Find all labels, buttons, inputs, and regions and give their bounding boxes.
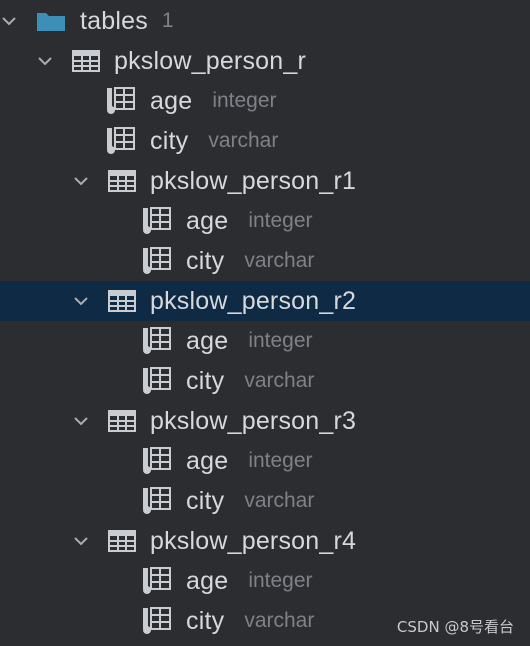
column-icon bbox=[142, 567, 186, 594]
tree-node-column[interactable]: age integer bbox=[0, 321, 530, 361]
column-type: varchar bbox=[244, 609, 315, 632]
tree-node-column[interactable]: city varchar bbox=[0, 241, 530, 281]
column-type: varchar bbox=[244, 489, 315, 512]
table-icon bbox=[108, 409, 150, 433]
column-name: city bbox=[186, 606, 225, 635]
chevron-down-icon[interactable] bbox=[72, 412, 90, 430]
tree-node-column[interactable]: city varchar bbox=[0, 361, 530, 401]
tree-node-column[interactable]: age integer bbox=[0, 81, 530, 121]
tree-node-table[interactable]: pkslow_person_r1 bbox=[0, 161, 530, 201]
column-icon bbox=[142, 487, 186, 514]
chevron-down-icon[interactable] bbox=[0, 12, 18, 30]
column-icon bbox=[142, 207, 186, 234]
column-name: age bbox=[186, 206, 229, 235]
tree-node-column[interactable]: age integer bbox=[0, 201, 530, 241]
tree-node-column[interactable]: age integer bbox=[0, 441, 530, 481]
column-icon bbox=[142, 607, 186, 634]
column-icon bbox=[142, 447, 186, 474]
table-name: pkslow_person_r3 bbox=[150, 406, 357, 435]
tree-node-table[interactable]: pkslow_person_r3 bbox=[0, 401, 530, 441]
column-type: varchar bbox=[244, 369, 315, 392]
table-icon bbox=[108, 289, 150, 313]
database-tree: tables 1 pkslow_person_r age integer cit… bbox=[0, 0, 530, 646]
table-name: pkslow_person_r4 bbox=[150, 526, 357, 555]
table-name: pkslow_person_r2 bbox=[150, 286, 357, 315]
table-count: 1 bbox=[161, 9, 174, 32]
column-type: integer bbox=[248, 329, 313, 352]
tree-node-table-selected[interactable]: pkslow_person_r2 bbox=[0, 281, 530, 321]
column-name: age bbox=[186, 446, 229, 475]
tree-node-column[interactable]: city varchar bbox=[0, 121, 530, 161]
column-type: integer bbox=[248, 209, 313, 232]
watermark-text: CSDN @8号看台 bbox=[396, 618, 514, 636]
column-name: age bbox=[150, 86, 193, 115]
column-type: integer bbox=[248, 569, 313, 592]
chevron-down-icon[interactable] bbox=[72, 292, 90, 310]
column-type: varchar bbox=[244, 249, 315, 272]
tree-node-label: tables bbox=[80, 6, 148, 35]
column-name: age bbox=[186, 326, 229, 355]
chevron-down-icon[interactable] bbox=[72, 172, 90, 190]
column-name: city bbox=[186, 246, 225, 275]
folder-icon bbox=[36, 9, 80, 33]
column-icon bbox=[142, 247, 186, 274]
tree-node-column[interactable]: city varchar bbox=[0, 481, 530, 521]
table-icon bbox=[108, 529, 150, 553]
table-icon bbox=[108, 169, 150, 193]
chevron-down-icon[interactable] bbox=[36, 52, 54, 70]
column-icon bbox=[142, 367, 186, 394]
column-icon bbox=[106, 127, 150, 154]
column-name: age bbox=[186, 566, 229, 595]
column-type: integer bbox=[212, 89, 277, 112]
tree-node-tables[interactable]: tables 1 bbox=[0, 1, 530, 41]
column-name: city bbox=[150, 126, 189, 155]
column-name: city bbox=[186, 486, 225, 515]
table-name: pkslow_person_r bbox=[114, 46, 306, 75]
table-icon bbox=[72, 49, 114, 73]
tree-node-table[interactable]: pkslow_person_r4 bbox=[0, 521, 530, 561]
column-icon bbox=[106, 87, 150, 114]
column-icon bbox=[142, 327, 186, 354]
tree-node-table[interactable]: pkslow_person_r bbox=[0, 41, 530, 81]
column-name: city bbox=[186, 366, 225, 395]
column-type: integer bbox=[248, 449, 313, 472]
table-name: pkslow_person_r1 bbox=[150, 166, 357, 195]
chevron-down-icon[interactable] bbox=[72, 532, 90, 550]
tree-node-column[interactable]: age integer bbox=[0, 561, 530, 601]
column-type: varchar bbox=[208, 129, 279, 152]
